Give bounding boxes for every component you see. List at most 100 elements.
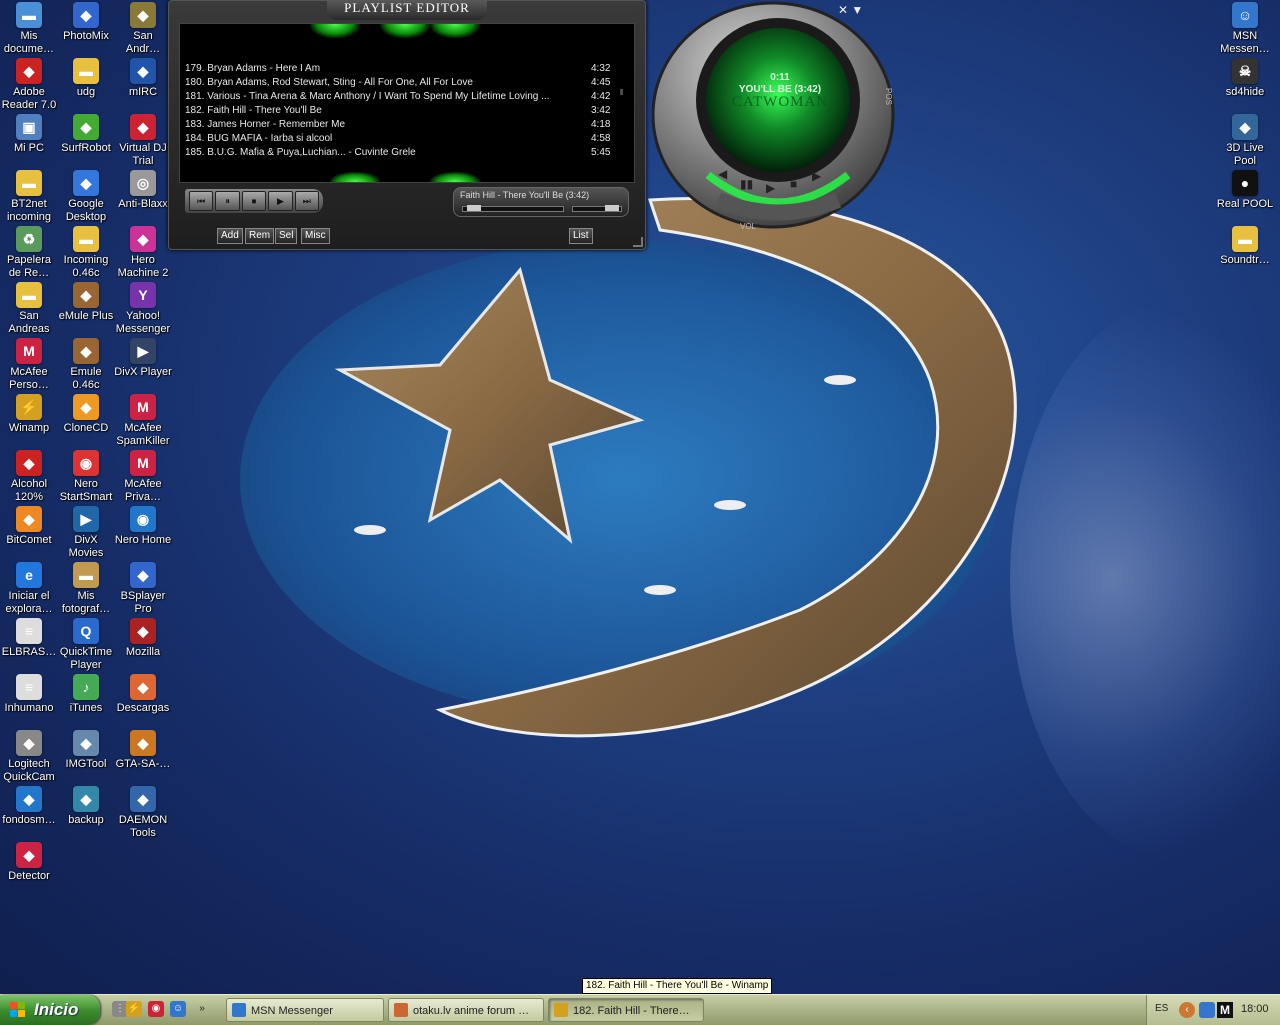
misc-button[interactable]: Misc: [301, 228, 330, 244]
desktop-icon-image-file[interactable]: ◆ fondosm…: [0, 784, 58, 827]
seek-handle[interactable]: [467, 205, 481, 211]
hero-machine-icon: ◆: [130, 226, 156, 252]
playlist-track[interactable]: 185. B.U.G. Mafia & Puya,Luchian... - Cu…: [185, 146, 615, 160]
desktop-icon-hero-machine[interactable]: ◆ Hero Machine 2: [114, 224, 172, 280]
playlist-track[interactable]: 184. BUG MAFIA - Iarba si alcool 4:58: [185, 132, 615, 146]
desktop-icon-webcam[interactable]: ◆ Logitech QuickCam: [0, 728, 58, 784]
desktop-icon-imgtool[interactable]: ◆ IMGTool: [57, 728, 115, 771]
taskbar-button[interactable]: 182. Faith Hill - There…: [548, 998, 704, 1022]
desktop-icon-emule[interactable]: ◆ Emule 0.46c: [57, 336, 115, 392]
desktop-icon-yahoo-messenger[interactable]: Y Yahoo! Messenger: [114, 280, 172, 336]
desktop-icon-quicktime[interactable]: Q QuickTime Player: [57, 616, 115, 672]
playlist-track[interactable]: 181. Various - Tina Arena & Marc Anthony…: [185, 90, 615, 104]
taskbar-button[interactable]: MSN Messenger: [226, 998, 384, 1022]
stop-icon[interactable]: ⏹: [241, 191, 267, 211]
playlist-scrollbar[interactable]: ⦀: [620, 88, 628, 98]
desktop-icon-detector[interactable]: ◆ Detector: [0, 840, 58, 883]
add-button[interactable]: Add: [217, 228, 243, 244]
playlist-track[interactable]: 183. James Horner - Remember Me 4:18: [185, 118, 615, 132]
desktop-icon-msn-messenger[interactable]: ☺ MSN Messen…: [1216, 0, 1274, 56]
desktop-icon-pool[interactable]: ◆ 3D Live Pool: [1216, 112, 1274, 168]
mcafee-tray-icon[interactable]: M: [1217, 1002, 1233, 1018]
desktop-icon-nero[interactable]: ◉ Nero Home: [114, 504, 172, 547]
desktop-icon-google-desktop[interactable]: ◆ Google Desktop: [57, 168, 115, 224]
desktop-icon-san-andreas[interactable]: ◆ San Andr…: [114, 0, 172, 56]
desktop-icon-adobe-reader[interactable]: ◆ Adobe Reader 7.0: [0, 56, 58, 112]
desktop-icon-mozilla[interactable]: ◆ Mozilla: [114, 616, 172, 659]
start-button[interactable]: Inicio: [0, 995, 100, 1025]
winamp-player-orb[interactable]: ◀ ▮▮ ▶ ■ ▶ ✕ ▼ 0:11 YOU'LL BE (3:42) CAT…: [648, 0, 898, 240]
winamp-quicklaunch-icon[interactable]: ⚡: [126, 1001, 142, 1017]
desktop-icon-mcafee[interactable]: M McAfee SpamKiller: [114, 392, 172, 448]
select-button[interactable]: Sel: [275, 228, 298, 244]
resize-grip[interactable]: [633, 237, 643, 247]
desktop-icon-computer[interactable]: ▣ Mi PC: [0, 112, 58, 155]
desktop-icon-folder[interactable]: ▬ Mis docume…: [0, 0, 58, 56]
desktop-icon-winamp[interactable]: ⚡ Winamp: [0, 392, 58, 435]
volume-bar[interactable]: [572, 205, 622, 212]
taskbar-button[interactable]: otaku.lv anime forum …: [388, 998, 544, 1022]
virtual-dj-quicklaunch-icon[interactable]: ◉: [148, 1001, 164, 1017]
seek-bar[interactable]: [462, 205, 564, 212]
playlist-title[interactable]: PLAYLIST EDITOR: [327, 0, 487, 20]
desktop-icon-folder[interactable]: ▬ San Andreas: [0, 280, 58, 336]
list-button[interactable]: List: [569, 228, 593, 244]
remove-button[interactable]: Rem: [245, 228, 275, 244]
desktop-icon-internet-explorer[interactable]: e Iniciar el explora…: [0, 560, 58, 616]
desktop-icon-pool-ball[interactable]: ● Real POOL: [1216, 168, 1274, 211]
desktop-icon-label: Iniciar el explora…: [5, 590, 53, 615]
desktop-icon-itunes[interactable]: ♪ iTunes: [57, 672, 115, 715]
desktop-icon-skull[interactable]: ☠ sd4hide: [1216, 56, 1274, 99]
svg-text:✕ ▼: ✕ ▼: [838, 3, 863, 17]
desktop-icon-folder[interactable]: ▬ Incoming 0.46c: [57, 224, 115, 280]
winamp-playlist-window[interactable]: PLAYLIST EDITOR 179. Bryan Adams - Here …: [168, 0, 646, 250]
desktop-icon-folder[interactable]: ▬ udg: [57, 56, 115, 99]
desktop-icon-recycle-bin[interactable]: ♻ Papelera de Re…: [0, 224, 58, 280]
playlist-track-list[interactable]: 179. Bryan Adams - Here I Am 4:32 180. Bry…: [179, 23, 635, 183]
desktop-icon-photomix[interactable]: ◆ PhotoMix: [57, 0, 115, 43]
desktop-icon-virtual-dj[interactable]: ◆ Virtual DJ Trial: [114, 112, 172, 168]
desktop-icon-nero[interactable]: ◉ Nero StartSmart: [57, 448, 115, 504]
desktop-icon-surfrobot[interactable]: ◆ SurfRobot: [57, 112, 115, 155]
desktop-icon-descargas[interactable]: ◆ Descargas: [114, 672, 172, 715]
desktop-icon-backup[interactable]: ◆ backup: [57, 784, 115, 827]
next-icon[interactable]: ⏭: [294, 191, 320, 211]
svg-text:▶: ▶: [766, 181, 776, 195]
cd-icon: ◎: [130, 170, 156, 196]
volume-label: VOL: [740, 222, 757, 231]
desktop-icon-mcafee[interactable]: M McAfee Perso…: [0, 336, 58, 392]
playlist-track[interactable]: 179. Bryan Adams - Here I Am 4:32: [185, 62, 615, 76]
desktop-icon-mcafee[interactable]: M McAfee Priva…: [114, 448, 172, 504]
more-quicklaunch-icon[interactable]: »: [194, 1001, 210, 1017]
desktop-icon-clonecd[interactable]: ◆ CloneCD: [57, 392, 115, 435]
desktop-icon-daemon-tools[interactable]: ◆ DAEMON Tools: [114, 784, 172, 840]
desktop-icon-folder[interactable]: ▬ BT2net incoming: [0, 168, 58, 224]
desktop-icon-document[interactable]: ≡ Inhumano: [0, 672, 58, 715]
desktop-icon-gta[interactable]: ◆ GTA-SA-…: [114, 728, 172, 771]
track-duration: 4:18: [591, 119, 611, 130]
language-indicator[interactable]: ES: [1155, 1003, 1168, 1014]
playlist-transport-controls: ⏮ ⏸ ⏹ ▶ ⏭: [185, 189, 323, 213]
clock[interactable]: 18:00: [1241, 1003, 1269, 1015]
pause-icon[interactable]: ⏸: [215, 191, 240, 211]
desktop-icon-divx[interactable]: ▶ DivX Movies: [57, 504, 115, 560]
desktop-icon-folder[interactable]: ▬ Soundtr…: [1216, 224, 1274, 267]
msn-quicklaunch-icon[interactable]: ☺: [170, 1001, 186, 1017]
playlist-track[interactable]: 180. Bryan Adams, Rod Stewart, Sting - A…: [185, 76, 615, 90]
desktop-icon-emule[interactable]: ◆ eMule Plus: [57, 280, 115, 323]
msn-tray-icon[interactable]: [1199, 1002, 1215, 1018]
desktop-icon-label: eMule Plus: [58, 310, 114, 322]
desktop-icon-bitcomet[interactable]: ◆ BitComet: [0, 504, 58, 547]
desktop-icon-bsplayer[interactable]: ◆ BSplayer Pro: [114, 560, 172, 616]
tray-expand-icon[interactable]: ‹: [1179, 1002, 1195, 1018]
desktop-icon-mirc[interactable]: ◆ mIRC: [114, 56, 172, 99]
desktop-icon-folder[interactable]: ▬ Mis fotograf…: [57, 560, 115, 616]
desktop-icon-alcohol[interactable]: ◆ Alcohol 120%: [0, 448, 58, 504]
play-icon[interactable]: ▶: [268, 191, 293, 211]
volume-handle[interactable]: [605, 205, 619, 211]
playlist-track[interactable]: 182. Faith Hill - There You'll Be 3:42: [185, 104, 615, 118]
desktop-icon-document[interactable]: ≡ ELBRAS…: [0, 616, 58, 659]
previous-icon[interactable]: ⏮: [189, 191, 214, 211]
desktop-icon-divx[interactable]: ▶ DivX Player: [114, 336, 172, 379]
desktop-icon-cd[interactable]: ◎ Anti-Blaxx: [114, 168, 172, 211]
